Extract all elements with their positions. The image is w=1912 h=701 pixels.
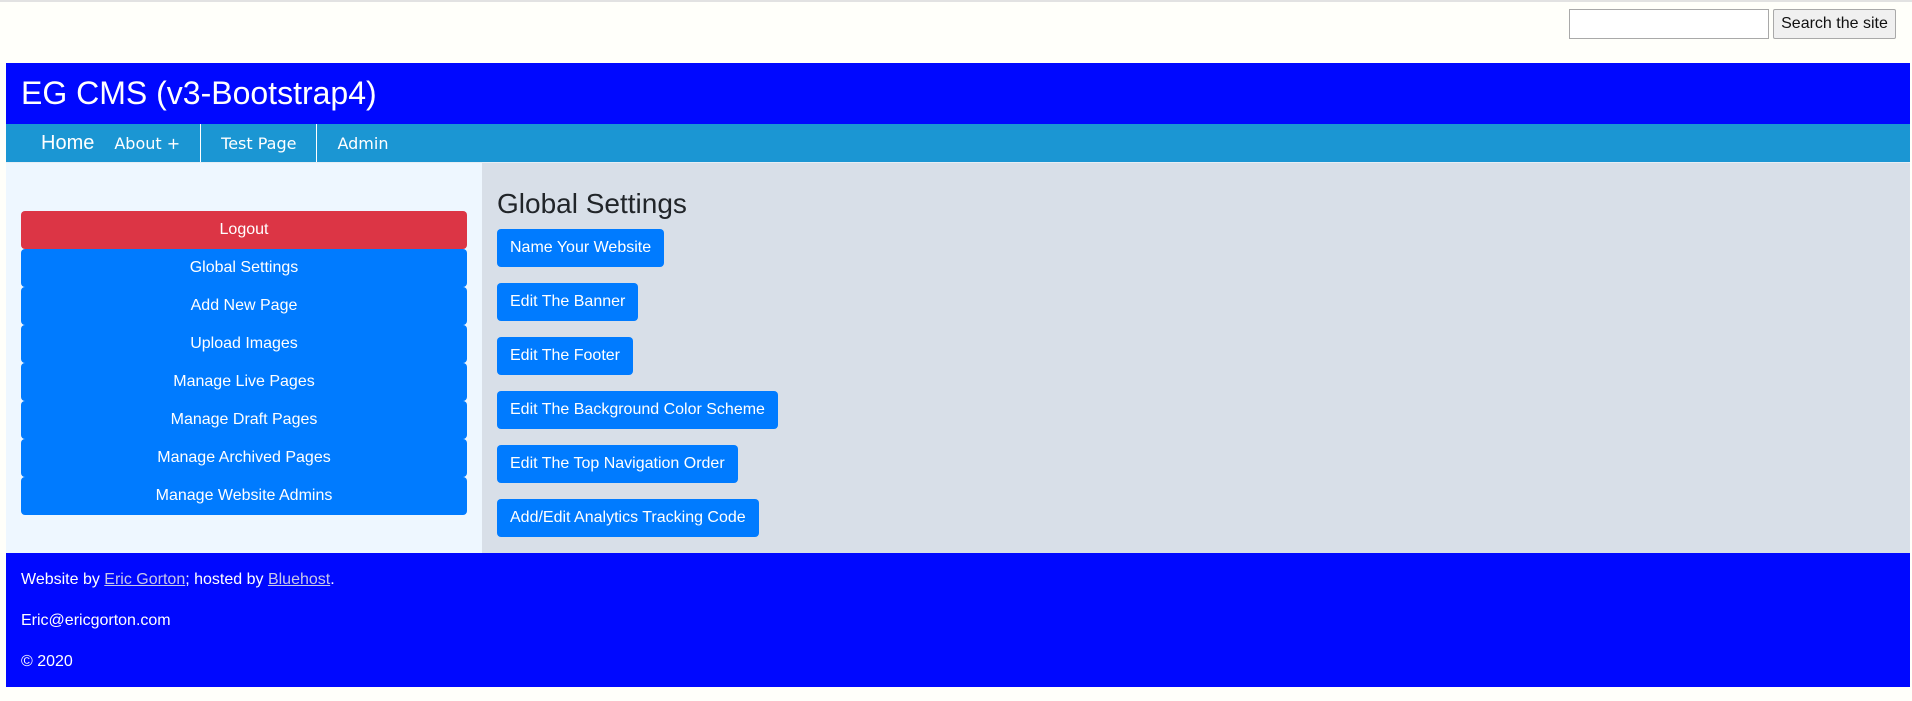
admin-sidebar: Logout Global Settings Add New Page Uplo… <box>6 163 482 553</box>
sidebar-item-manage-archived-pages[interactable]: Manage Archived Pages <box>21 439 467 477</box>
sidebar-item-manage-live-pages[interactable]: Manage Live Pages <box>21 363 467 401</box>
name-your-website-button[interactable]: Name Your Website <box>497 229 665 267</box>
main-panel: Global Settings Name Your Website Edit T… <box>482 163 1910 553</box>
nav-item-about[interactable]: About + <box>106 124 200 162</box>
credit-prefix: Website by <box>21 571 105 588</box>
sidebar-item-add-new-page[interactable]: Add New Page <box>21 287 467 325</box>
sidebar-item-upload-images[interactable]: Upload Images <box>21 325 467 363</box>
search-input[interactable] <box>1569 9 1769 39</box>
footer-copyright: © 2020 <box>21 653 73 670</box>
edit-banner-button[interactable]: Edit The Banner <box>497 283 639 321</box>
edit-background-color-scheme-button[interactable]: Edit The Background Color Scheme <box>497 391 778 429</box>
page: EG CMS (v3-Bootstrap4) Home About + Test… <box>6 63 1910 687</box>
page-title: Global Settings <box>497 188 687 219</box>
search-button[interactable]: Search the site <box>1773 9 1896 39</box>
footer: Website by Eric Gorton; hosted by Blueho… <box>6 553 1910 687</box>
logout-button[interactable]: Logout <box>21 211 467 249</box>
credit-suffix: . <box>330 571 335 588</box>
sidebar-item-manage-website-admins[interactable]: Manage Website Admins <box>21 477 467 515</box>
nav-item-admin[interactable]: Admin <box>316 124 408 162</box>
edit-top-navigation-order-button[interactable]: Edit The Top Navigation Order <box>497 445 738 483</box>
sidebar-item-global-settings[interactable]: Global Settings <box>21 249 467 287</box>
sidebar-item-manage-draft-pages[interactable]: Manage Draft Pages <box>21 401 467 439</box>
footer-email: Eric@ericgorton.com <box>21 612 171 629</box>
edit-analytics-tracking-code-button[interactable]: Add/Edit Analytics Tracking Code <box>497 499 759 537</box>
edit-footer-button[interactable]: Edit The Footer <box>497 337 633 375</box>
nav-item-test-page[interactable]: Test Page <box>200 124 316 162</box>
credit-middle: ; hosted by <box>185 571 268 588</box>
content: Logout Global Settings Add New Page Uplo… <box>6 163 1910 553</box>
host-link[interactable]: Bluehost <box>268 571 330 588</box>
banner: EG CMS (v3-Bootstrap4) <box>6 63 1910 124</box>
search-bar: Search the site <box>1569 9 1896 39</box>
footer-credit: Website by Eric Gorton; hosted by Blueho… <box>21 570 1895 589</box>
nav-item-home[interactable]: Home <box>29 124 106 162</box>
author-link[interactable]: Eric Gorton <box>104 571 185 588</box>
top-navigation: Home About + Test Page Admin <box>6 124 1910 163</box>
site-title: EG CMS (v3-Bootstrap4) <box>21 75 377 111</box>
